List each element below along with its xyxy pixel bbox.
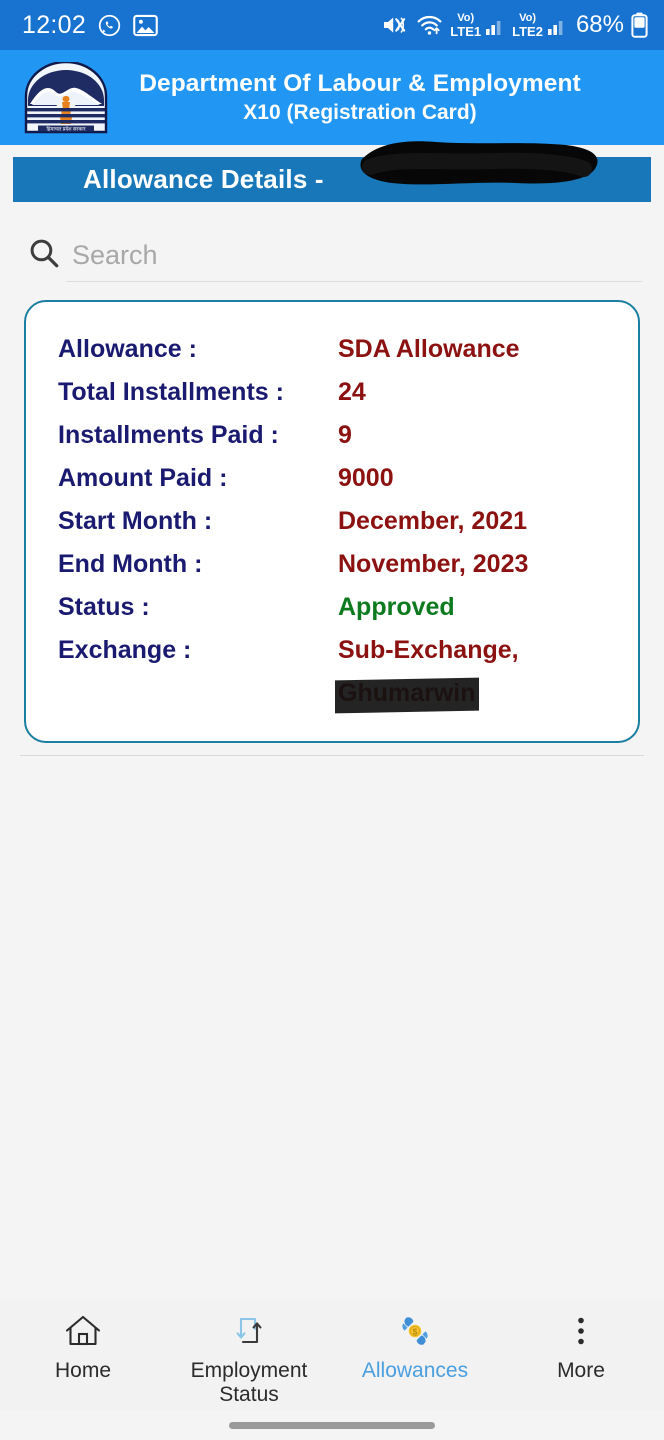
allowance-details-title-label: Allowance Details - — [83, 164, 324, 194]
status-label: Status : — [58, 593, 150, 621]
volte2-signal-icon: Vo) LTE2 — [512, 11, 567, 39]
svg-text:$: $ — [413, 1326, 418, 1336]
gesture-home-indicator[interactable] — [229, 1421, 435, 1429]
exchange-label: Exchange : — [58, 636, 192, 664]
exchange-value: Sub-Exchange, Ghumarwin — [335, 629, 638, 715]
home-icon — [63, 1310, 103, 1352]
allowance-value: SDA Allowance — [338, 335, 520, 363]
nav-item-employment-status[interactable]: Employment Status — [166, 1310, 332, 1406]
detail-row: Installments Paid : 9 — [26, 414, 638, 457]
nav-label-employment-status: Employment Status — [190, 1359, 308, 1406]
volte1-signal-icon: Vo) LTE1 — [450, 11, 505, 39]
header-subtitle: X10 (Registration Card) — [243, 100, 477, 124]
search-bar[interactable] — [22, 218, 642, 282]
battery-percent-label: 68% — [575, 11, 624, 38]
detail-row: Total Installments : 24 — [26, 371, 638, 414]
mute-icon — [382, 13, 409, 37]
header-title-block: Department Of Labour & Employment X10 (R… — [114, 69, 664, 126]
sim2-network-label: LTE2 — [512, 23, 543, 39]
detail-row: Amount Paid : 9000 — [26, 457, 638, 500]
detail-row: End Month : November, 2023 — [26, 543, 638, 586]
nav-label-more: More — [557, 1359, 605, 1382]
app-header: हिमाचल प्रदेश सरकार Department Of Labour… — [0, 50, 664, 145]
start-month-value: December, 2021 — [338, 507, 528, 535]
nav-label-home: Home — [54, 1359, 112, 1382]
installments-paid-label: Installments Paid : — [58, 421, 279, 449]
bottom-navigation-bar: Home Employment Status $ Allowances More — [0, 1297, 664, 1410]
total-installments-value: 24 — [338, 378, 366, 406]
nav-label-allowances: Allowances — [361, 1359, 469, 1382]
volte1-vo-label: Vo) — [457, 11, 475, 24]
gallery-icon — [133, 14, 158, 37]
status-bar-right: Vo) LTE1 Vo) LTE2 68% — [382, 11, 648, 39]
exchange-value-line2: Ghumarwin — [335, 672, 479, 715]
search-input-wrapper[interactable] — [66, 240, 642, 282]
allowance-detail-card: Allowance : SDA Allowance Total Installm… — [24, 300, 640, 743]
end-month-value: November, 2023 — [338, 550, 529, 578]
status-bar-clock: 12:02 — [22, 10, 87, 39]
total-installments-label: Total Installments : — [58, 378, 284, 406]
content-divider — [20, 755, 644, 756]
himachal-pradesh-government-emblem: हिमाचल प्रदेश सरकार — [18, 60, 114, 134]
svg-text:हिमाचल प्रदेश सरकार: हिमाचल प्रदेश सरकार — [46, 125, 86, 132]
exchange-arrows-icon — [229, 1310, 269, 1352]
amount-paid-value: 9000 — [338, 464, 394, 492]
hands-coin-icon: $ — [395, 1310, 435, 1352]
detail-row: Allowance : SDA Allowance — [26, 328, 638, 371]
nav-item-home[interactable]: Home — [0, 1310, 166, 1383]
nav-item-more[interactable]: More — [498, 1310, 664, 1383]
detail-row: Start Month : December, 2021 — [26, 500, 638, 543]
page-title-section: Allowance Details - — [0, 141, 664, 202]
sim1-network-label: LTE1 — [450, 23, 482, 39]
search-input[interactable] — [72, 240, 642, 271]
end-month-label: End Month : — [58, 550, 203, 578]
more-vertical-icon — [561, 1310, 601, 1352]
search-icon[interactable] — [22, 236, 66, 282]
detail-row: Exchange : Sub-Exchange, Ghumarwin — [26, 629, 638, 715]
whatsapp-icon — [97, 13, 122, 38]
detail-row: Status : Approved — [26, 586, 638, 629]
status-badge: Approved — [338, 593, 455, 621]
status-bar-left: 12:02 — [22, 10, 158, 39]
volte2-vo-label: Vo) — [519, 11, 536, 24]
gesture-bar-area — [0, 1410, 664, 1440]
allowance-details-title-bar: Allowance Details - — [13, 157, 651, 202]
status-bar: 12:02 Vo) LTE1 Vo) LTE2 68% — [0, 0, 664, 50]
amount-paid-label: Amount Paid : — [58, 464, 228, 492]
wifi-icon — [416, 13, 443, 37]
battery-icon — [631, 12, 648, 38]
nav-item-allowances[interactable]: $ Allowances — [332, 1310, 498, 1383]
exchange-value-line1: Sub-Exchange, — [338, 636, 519, 664]
allowance-label: Allowance : — [58, 335, 197, 363]
exchange-town-label: Ghumarwin — [338, 679, 476, 707]
installments-paid-value: 9 — [338, 421, 352, 449]
start-month-label: Start Month : — [58, 507, 213, 535]
page-title: Department Of Labour & Employment — [139, 69, 581, 97]
